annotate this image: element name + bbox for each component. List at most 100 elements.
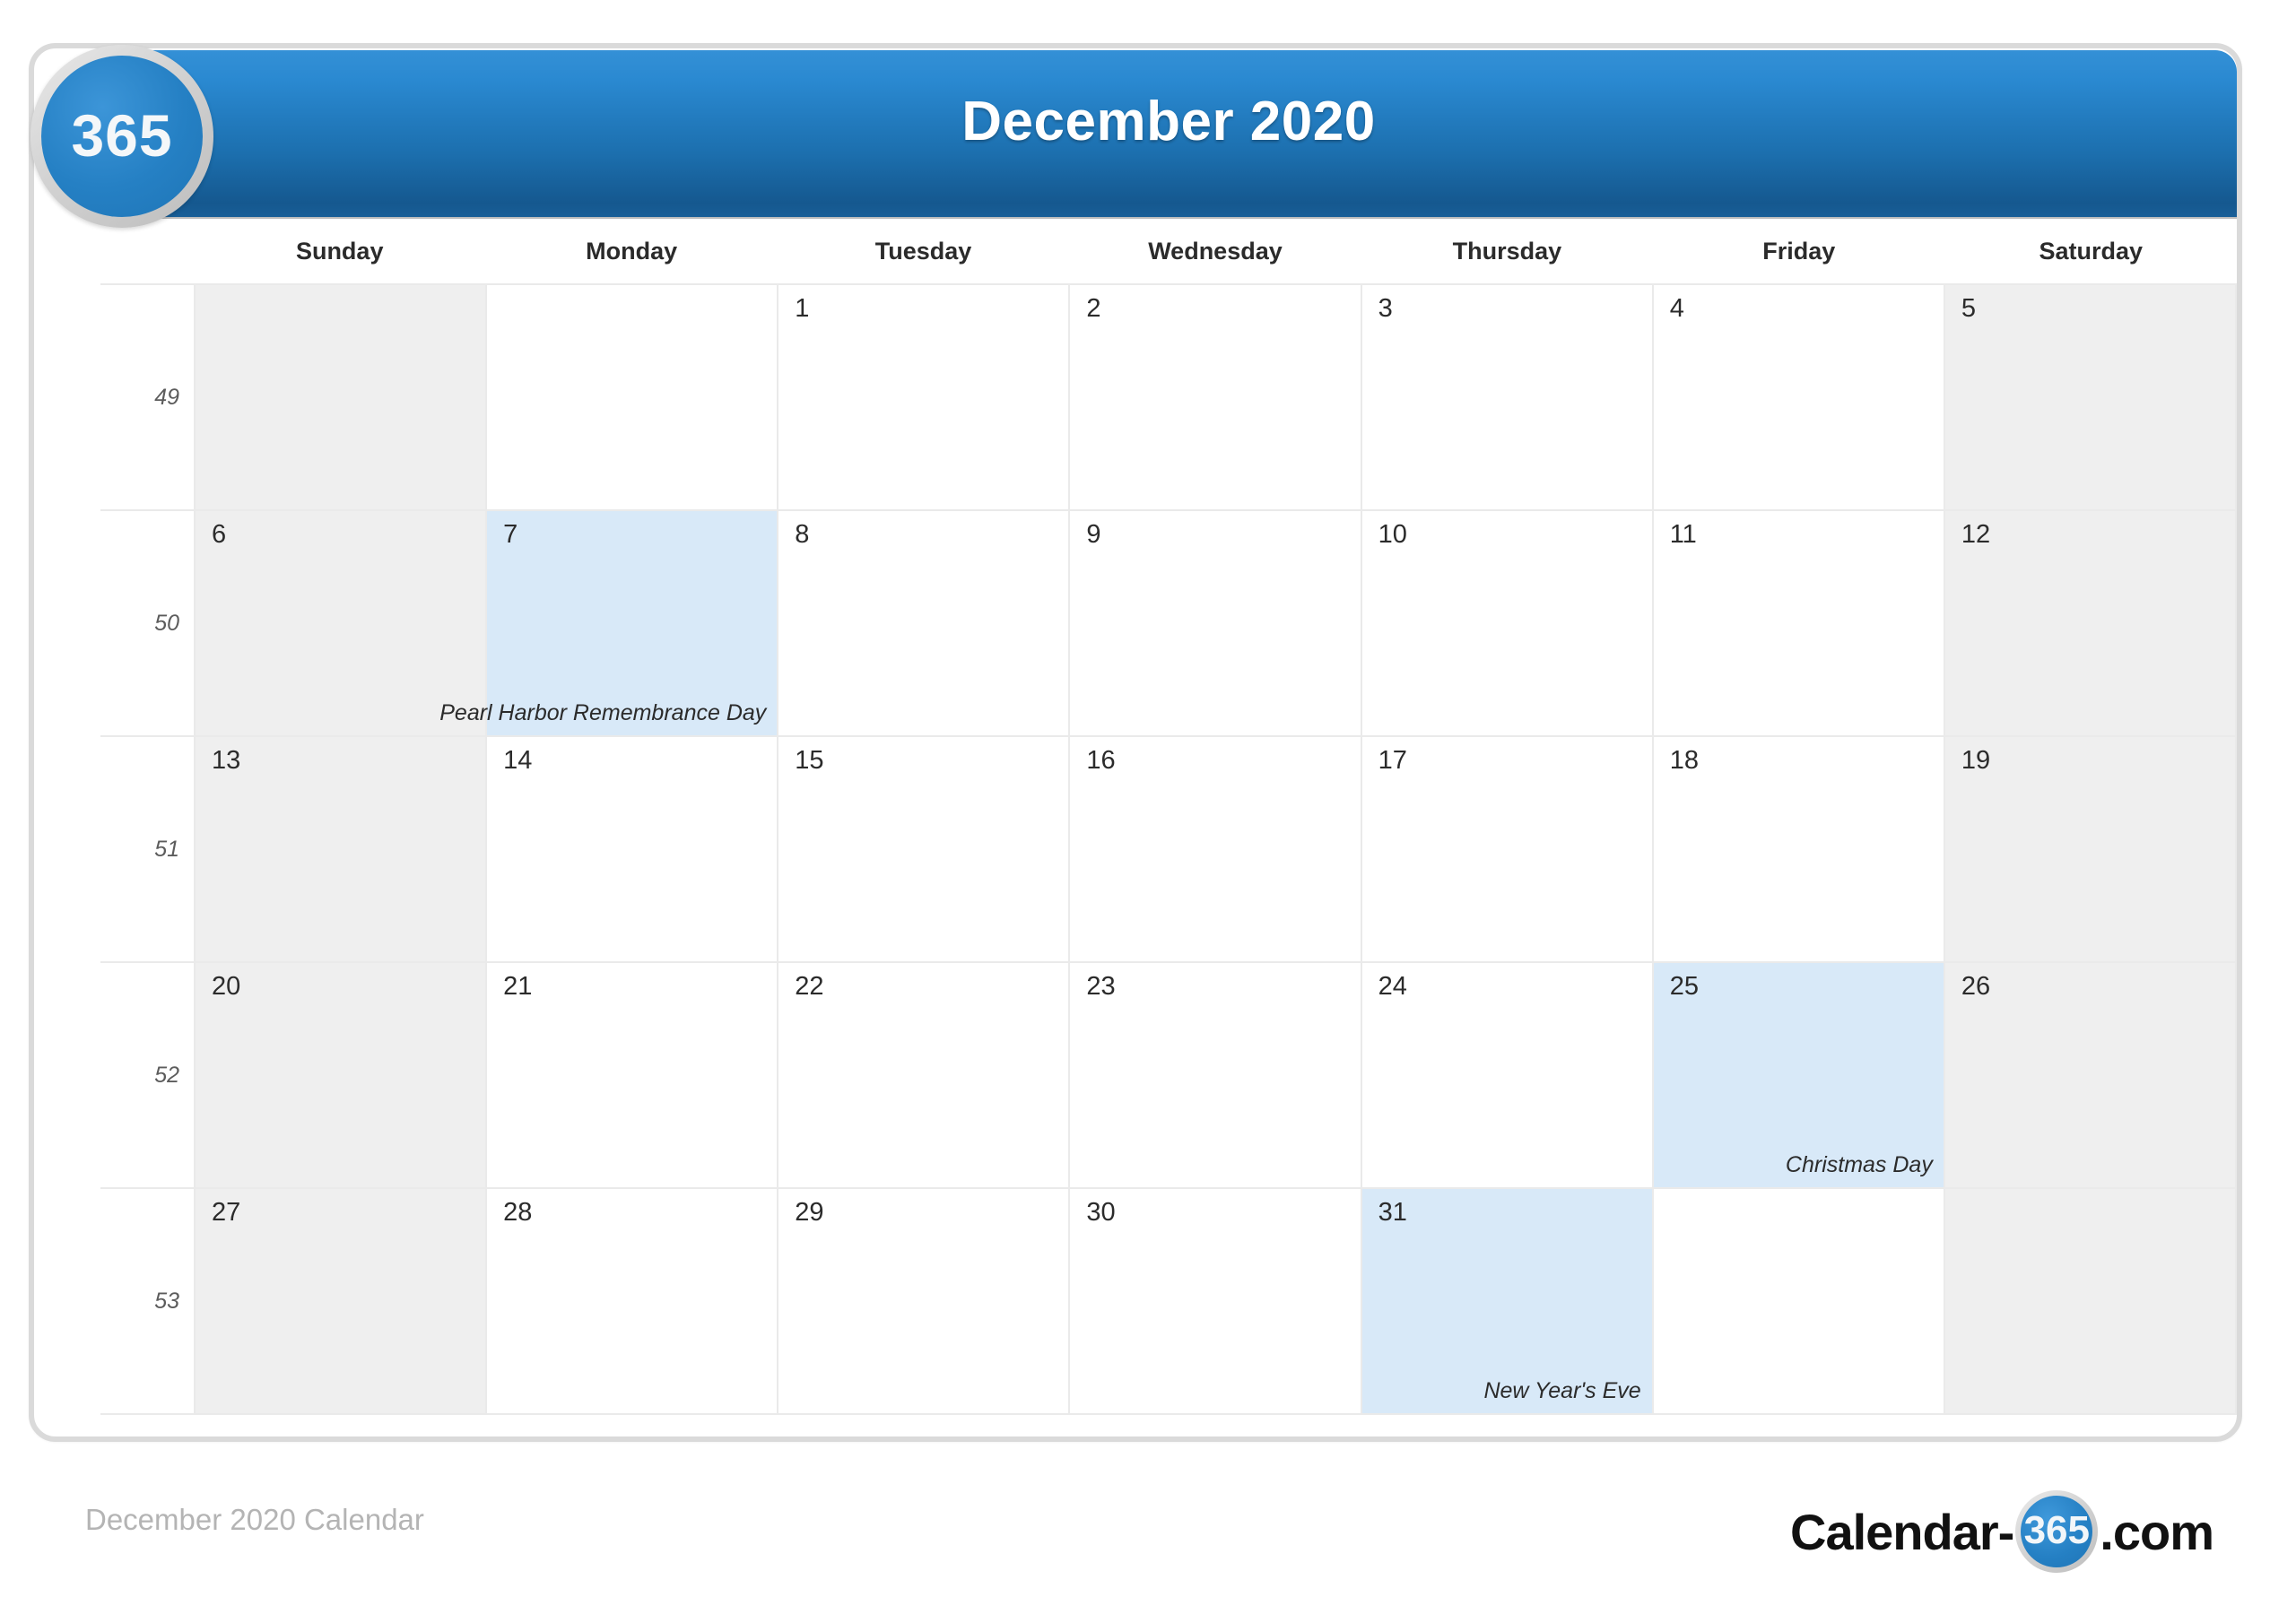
day-cell-23[interactable]: 23 bbox=[1068, 963, 1361, 1187]
day-number: 12 bbox=[1961, 520, 1991, 549]
day-number: 17 bbox=[1378, 746, 1407, 775]
day-number: 15 bbox=[795, 746, 824, 775]
day-cell-10[interactable]: 10 bbox=[1360, 511, 1652, 735]
day-cell-18[interactable]: 18 bbox=[1651, 737, 1944, 961]
weekday-header-wednesday: Wednesday bbox=[1148, 238, 1283, 265]
day-number: 4 bbox=[1669, 294, 1684, 323]
day-number: 2 bbox=[1086, 294, 1101, 323]
day-number: 29 bbox=[795, 1198, 824, 1227]
logo-365-badge[interactable]: 365 bbox=[30, 45, 213, 228]
day-number: 11 bbox=[1669, 520, 1697, 549]
day-cell-empty-saturday bbox=[1943, 1189, 2237, 1413]
calendar-week-row: 53 27 28 29 30 31 New Year's Eve bbox=[100, 1189, 2237, 1415]
day-cell-27[interactable]: 27 bbox=[194, 1189, 486, 1413]
day-number: 31 bbox=[1378, 1198, 1407, 1227]
day-cell-12[interactable]: 12 bbox=[1943, 511, 2237, 735]
day-cell-21[interactable]: 21 bbox=[485, 963, 778, 1187]
day-cell-13[interactable]: 13 bbox=[194, 737, 486, 961]
day-number: 14 bbox=[503, 746, 533, 775]
day-number: 19 bbox=[1961, 746, 1991, 775]
day-number: 30 bbox=[1086, 1198, 1116, 1227]
day-number: 21 bbox=[503, 972, 533, 1001]
weeknumber-header-spacer bbox=[100, 219, 194, 283]
day-number: 26 bbox=[1961, 972, 1991, 1001]
weekday-header-sunday: Sunday bbox=[295, 238, 384, 265]
weekday-header-row: Sunday Monday Tuesday Wednesday Thursday… bbox=[100, 219, 2237, 283]
weekday-header-monday: Monday bbox=[586, 238, 678, 265]
day-number: 7 bbox=[503, 520, 518, 549]
logo-text-prefix: Calendar- bbox=[1790, 1503, 2014, 1560]
day-cell-8[interactable]: 8 bbox=[777, 511, 1069, 735]
logo-365-circle-inner: 365 bbox=[2021, 1496, 2093, 1567]
day-number: 1 bbox=[795, 294, 810, 323]
day-cell-9[interactable]: 9 bbox=[1068, 511, 1361, 735]
day-cell-empty-monday bbox=[485, 285, 778, 509]
logo-365-text: 365 bbox=[2023, 1508, 2090, 1552]
day-number: 3 bbox=[1378, 294, 1393, 323]
day-cell-22[interactable]: 22 bbox=[777, 963, 1069, 1187]
day-number: 10 bbox=[1378, 520, 1407, 549]
day-cell-empty-sunday bbox=[194, 285, 486, 509]
day-cell-24[interactable]: 24 bbox=[1360, 963, 1652, 1187]
logo-365-circle-icon: 365 bbox=[2015, 1490, 2099, 1573]
day-cell-19[interactable]: 19 bbox=[1943, 737, 2237, 961]
holiday-label: New Year's Eve bbox=[1483, 1378, 1641, 1403]
calendar365-logo[interactable]: Calendar- 365 .com bbox=[1790, 1490, 2214, 1573]
week-number-cell: 50 bbox=[100, 511, 194, 735]
day-cell-2[interactable]: 2 bbox=[1068, 285, 1361, 509]
logo-365-label: 365 bbox=[71, 101, 173, 169]
day-cell-29[interactable]: 29 bbox=[777, 1189, 1069, 1413]
day-cell-5[interactable]: 5 bbox=[1943, 285, 2237, 509]
day-cell-3[interactable]: 3 bbox=[1360, 285, 1652, 509]
day-cell-1[interactable]: 1 bbox=[777, 285, 1069, 509]
holiday-label: Christmas Day bbox=[1785, 1152, 1933, 1177]
day-cell-7[interactable]: 7 Pearl Harbor Remembrance Day bbox=[439, 511, 778, 735]
day-cell-16[interactable]: 16 bbox=[1068, 737, 1361, 961]
calendar-week-row: 51 13 14 15 16 17 18 19 bbox=[100, 737, 2237, 963]
page-footer: December 2020 Calendar Calendar- 365 .co… bbox=[0, 1488, 2296, 1587]
footer-caption: December 2020 Calendar bbox=[85, 1503, 424, 1536]
day-number: 20 bbox=[212, 972, 241, 1001]
day-number: 5 bbox=[1961, 294, 1976, 323]
calendar-body: 3 6 5 Sunday Monday Tuesday Wednesday Thur… bbox=[100, 219, 2237, 1440]
day-number: 13 bbox=[212, 746, 241, 775]
calendar-grid: 49 1 2 3 4 5 50 6 7 Pearl Harbor Remembrance Day 8… bbox=[100, 283, 2237, 1415]
logo-365-circle: 365 bbox=[41, 56, 203, 217]
day-cell-30[interactable]: 30 bbox=[1068, 1189, 1361, 1413]
week-number-cell: 49 bbox=[100, 285, 194, 509]
day-cell-11[interactable]: 11 bbox=[1651, 511, 1944, 735]
holiday-label: Pearl Harbor Remembrance Day bbox=[439, 700, 767, 725]
day-cell-25[interactable]: 25 Christmas Day bbox=[1651, 963, 1944, 1187]
day-cell-26[interactable]: 26 bbox=[1943, 963, 2237, 1187]
weekday-header-thursday: Thursday bbox=[1452, 238, 1562, 265]
calendar-header-bar: December 2020 bbox=[100, 50, 2237, 219]
day-number: 27 bbox=[212, 1198, 241, 1227]
day-cell-17[interactable]: 17 bbox=[1360, 737, 1652, 961]
day-number: 25 bbox=[1669, 972, 1699, 1001]
day-number: 8 bbox=[795, 520, 810, 549]
day-number: 16 bbox=[1086, 746, 1116, 775]
calendar-card: December 2020 365 365 Sunday Monday Tues… bbox=[29, 43, 2242, 1442]
calendar-week-row: 52 20 21 22 23 24 25 Christmas Day 26 bbox=[100, 963, 2237, 1189]
weekday-header-friday: Friday bbox=[1762, 238, 1836, 265]
day-number: 22 bbox=[795, 972, 824, 1001]
day-cell-28[interactable]: 28 bbox=[485, 1189, 778, 1413]
day-number: 24 bbox=[1378, 972, 1407, 1001]
day-number: 9 bbox=[1086, 520, 1101, 549]
day-number: 28 bbox=[503, 1198, 533, 1227]
day-cell-empty-friday bbox=[1651, 1189, 1944, 1413]
day-cell-15[interactable]: 15 bbox=[777, 737, 1069, 961]
calendar-week-row: 49 1 2 3 4 5 bbox=[100, 283, 2237, 511]
day-cell-31[interactable]: 31 New Year's Eve bbox=[1360, 1189, 1652, 1413]
weekday-header-saturday: Saturday bbox=[2039, 238, 2144, 265]
day-cell-20[interactable]: 20 bbox=[194, 963, 486, 1187]
day-number: 23 bbox=[1086, 972, 1116, 1001]
day-number: 18 bbox=[1669, 746, 1699, 775]
weekday-header-tuesday: Tuesday bbox=[874, 238, 972, 265]
day-cell-4[interactable]: 4 bbox=[1651, 285, 1944, 509]
page-title: December 2020 bbox=[961, 91, 1376, 152]
day-number: 6 bbox=[212, 520, 227, 549]
week-number-cell: 51 bbox=[100, 737, 194, 961]
calendar-week-row: 50 6 7 Pearl Harbor Remembrance Day 8 9 10 11 12 bbox=[100, 511, 2237, 737]
day-cell-14[interactable]: 14 bbox=[485, 737, 778, 961]
